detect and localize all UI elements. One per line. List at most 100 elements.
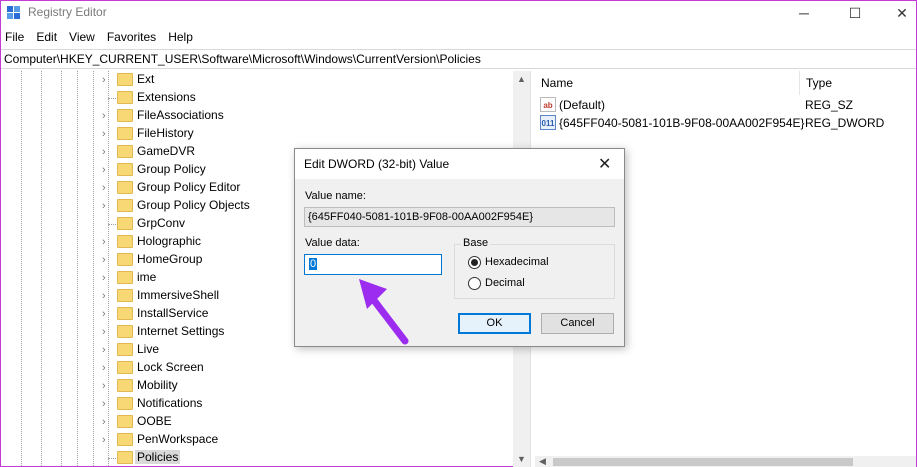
chevron-right-icon[interactable]: › bbox=[102, 253, 114, 267]
tree-item-label: Group Policy Editor bbox=[137, 180, 241, 194]
chevron-right-icon[interactable]: › bbox=[102, 289, 114, 303]
chevron-right-icon[interactable]: › bbox=[102, 307, 114, 321]
scroll-up-icon[interactable]: ▲ bbox=[513, 71, 530, 88]
menu-favorites[interactable]: Favorites bbox=[101, 26, 162, 48]
folder-icon bbox=[117, 433, 133, 446]
folder-icon bbox=[117, 253, 133, 266]
chevron-right-icon[interactable]: › bbox=[102, 343, 114, 357]
value-name: (Default) bbox=[559, 98, 606, 112]
tree-item[interactable]: › PenWorkspace bbox=[1, 431, 513, 449]
dialog-close-icon[interactable]: ✕ bbox=[598, 154, 611, 174]
tree-item-label: Extensions bbox=[137, 90, 196, 104]
chevron-right-icon[interactable]: › bbox=[102, 271, 114, 285]
folder-icon bbox=[117, 91, 133, 104]
menu-edit[interactable]: Edit bbox=[30, 26, 63, 48]
folder-icon bbox=[117, 127, 133, 140]
radio-unchecked-icon[interactable] bbox=[468, 276, 481, 290]
folder-icon bbox=[117, 289, 133, 302]
menu-bar: File Edit View Favorites Help bbox=[1, 26, 916, 48]
tree-item[interactable]: › Ext bbox=[1, 71, 513, 89]
edit-dword-dialog: Edit DWORD (32-bit) Value ✕ Value name: … bbox=[294, 148, 625, 347]
address-bar[interactable]: Computer\HKEY_CURRENT_USER\Software\Micr… bbox=[1, 49, 916, 69]
radio-decimal[interactable]: Decimal bbox=[468, 275, 525, 291]
value-row-dword[interactable]: 011 {645FF040-5081-101B-9F08-00AA002F954… bbox=[535, 114, 916, 132]
chevron-right-icon[interactable]: › bbox=[102, 235, 114, 249]
chevron-right-icon[interactable]: › bbox=[102, 397, 114, 411]
base-label: Base bbox=[461, 237, 491, 249]
tree-item-label: Lock Screen bbox=[137, 360, 204, 374]
tree-item[interactable]: › FileAssociations bbox=[1, 107, 513, 125]
tree-item[interactable]: Extensions bbox=[1, 89, 513, 107]
value-data-label: Value data: bbox=[305, 237, 360, 249]
scroll-down-icon[interactable]: ▼ bbox=[513, 451, 530, 467]
chevron-right-icon[interactable]: › bbox=[102, 199, 114, 213]
column-header-type[interactable]: Type bbox=[799, 71, 916, 95]
tree-item[interactable]: › Mobility bbox=[1, 377, 513, 395]
chevron-right-icon[interactable]: › bbox=[102, 325, 114, 339]
value-data-input[interactable]: 0 bbox=[304, 254, 442, 275]
chevron-right-icon[interactable]: › bbox=[102, 181, 114, 195]
folder-icon bbox=[117, 325, 133, 338]
tree-item-label: PenWorkspace bbox=[137, 432, 219, 446]
value-row-default[interactable]: ab (Default) REG_SZ bbox=[535, 96, 916, 114]
value-name: {645FF040-5081-101B-9F08-00AA002F954E} bbox=[559, 116, 805, 130]
tree-connector bbox=[108, 224, 116, 225]
tree-item-label: Live bbox=[137, 342, 160, 356]
tree-item-label: ime bbox=[137, 270, 157, 284]
folder-icon bbox=[117, 73, 133, 86]
folder-icon bbox=[117, 361, 133, 374]
tree-item[interactable]: › Notifications bbox=[1, 395, 513, 413]
menu-file[interactable]: File bbox=[1, 26, 30, 48]
chevron-right-icon[interactable]: › bbox=[102, 145, 114, 159]
tree-item-label: Group Policy Objects bbox=[137, 198, 250, 212]
tree-item-label: InstallService bbox=[137, 306, 209, 320]
folder-icon bbox=[117, 109, 133, 122]
chevron-right-icon[interactable]: › bbox=[102, 361, 114, 375]
radio-hexadecimal[interactable]: Hexadecimal bbox=[468, 254, 549, 270]
scroll-left-icon[interactable]: ◀ bbox=[539, 456, 546, 467]
folder-icon bbox=[117, 379, 133, 392]
menu-help[interactable]: Help bbox=[162, 26, 199, 48]
tree-item-label: FileAssociations bbox=[137, 108, 224, 122]
registry-app-icon bbox=[7, 6, 20, 19]
chevron-right-icon[interactable]: › bbox=[102, 415, 114, 429]
radio-checked-icon[interactable] bbox=[468, 255, 481, 269]
radio-decimal-label: Decimal bbox=[485, 277, 525, 289]
chevron-right-icon[interactable]: › bbox=[102, 127, 114, 141]
chevron-right-icon[interactable]: › bbox=[102, 379, 114, 393]
list-horizontal-scrollbar[interactable]: ◀ bbox=[535, 456, 916, 467]
value-type: REG_DWORD bbox=[805, 116, 885, 130]
dialog-title-bar: Edit DWORD (32-bit) Value ✕ bbox=[295, 149, 624, 179]
column-header-name[interactable]: Name bbox=[535, 71, 799, 95]
scrollbar-thumb[interactable] bbox=[553, 458, 853, 466]
tree-item-label: Holographic bbox=[137, 234, 202, 248]
tree-item[interactable]: › Lock Screen bbox=[1, 359, 513, 377]
chevron-right-icon[interactable]: › bbox=[102, 163, 114, 177]
chevron-right-icon[interactable]: › bbox=[102, 73, 114, 87]
radio-hexadecimal-label: Hexadecimal bbox=[485, 256, 549, 268]
chevron-right-icon[interactable]: › bbox=[102, 109, 114, 123]
tree-item[interactable]: › FileHistory bbox=[1, 125, 513, 143]
folder-icon bbox=[117, 163, 133, 176]
tree-item-label: GrpConv bbox=[137, 216, 186, 230]
registry-editor-window: Registry Editor ─ ☐ ✕ File Edit View Fav… bbox=[0, 0, 917, 467]
close-button[interactable]: ✕ bbox=[879, 1, 917, 25]
menu-view[interactable]: View bbox=[63, 26, 101, 48]
folder-icon bbox=[117, 307, 133, 320]
tree-item-label: Notifications bbox=[137, 396, 203, 410]
cancel-button[interactable]: Cancel bbox=[541, 313, 614, 334]
maximize-button[interactable]: ☐ bbox=[832, 1, 878, 25]
minimize-button[interactable]: ─ bbox=[781, 1, 827, 25]
dword-value-icon: 011 bbox=[540, 115, 556, 130]
tree-item[interactable]: Policies bbox=[1, 449, 513, 467]
folder-icon bbox=[117, 415, 133, 428]
chevron-right-icon[interactable]: › bbox=[102, 433, 114, 447]
ok-button[interactable]: OK bbox=[458, 313, 531, 334]
tree-item-label: Ext bbox=[137, 72, 155, 86]
tree-item-label: Internet Settings bbox=[137, 324, 225, 338]
tree-item[interactable]: › OOBE bbox=[1, 413, 513, 431]
tree-item-label: OOBE bbox=[137, 414, 172, 428]
tree-item-label: Policies bbox=[135, 450, 181, 464]
tree-item-label: FileHistory bbox=[137, 126, 194, 140]
value-type: REG_SZ bbox=[805, 98, 854, 112]
